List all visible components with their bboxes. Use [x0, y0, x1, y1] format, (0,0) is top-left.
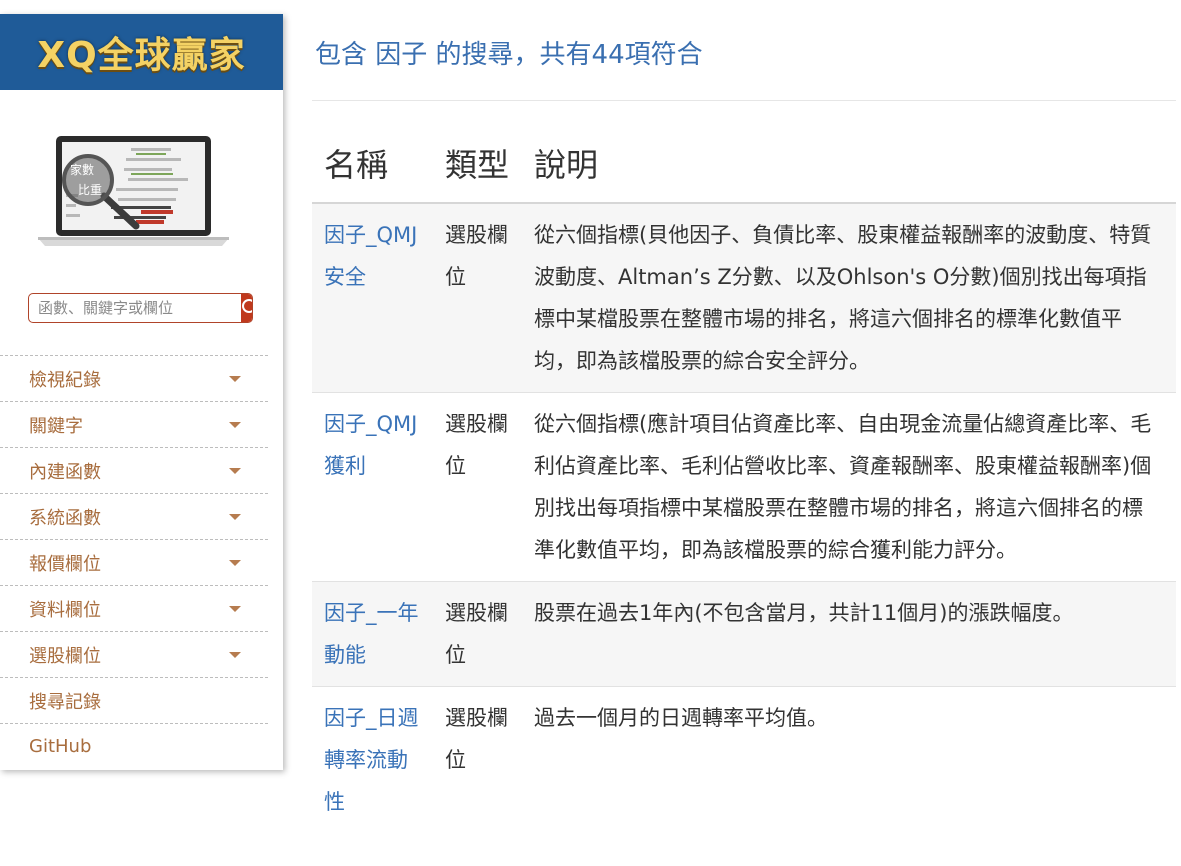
results-table: 名稱 類型 說明 因子_QMJ安全 選股欄位 從六個指標(貝他因子、負債比率、股… [312, 126, 1176, 833]
name-cell: 因子_日週轉率流動性 [312, 686, 433, 833]
sidebar-item-screener-fields[interactable]: 選股欄位 [0, 631, 268, 677]
sidebar-nav: 檢視紀錄 關鍵字 內建函數 系統函數 報價欄位 資料欄位 選股欄位 搜尋記錄 G… [0, 355, 268, 769]
caret-down-icon [229, 651, 241, 658]
search-button[interactable] [241, 294, 252, 322]
search-box [28, 293, 253, 323]
search-icon [242, 299, 252, 313]
sidebar-item-label: 資料欄位 [29, 599, 101, 621]
svg-text:比重: 比重 [78, 183, 102, 197]
sidebar-item-view-history[interactable]: 檢視紀錄 [0, 355, 268, 401]
sidebar-item-label: 內建函數 [29, 461, 101, 483]
result-name-link[interactable]: 因子_QMJ安全 [324, 223, 417, 289]
table-row: 因子_QMJ獲利 選股欄位 從六個指標(應計項目佔資產比率、自由現金流量佔總資產… [312, 392, 1176, 582]
sidebar: XQ全球贏家 家數 比重 函數、關鍵字或欄位 檢視紀錄 關鍵字 內建函數 系統函… [0, 14, 283, 770]
search-input[interactable] [29, 294, 241, 322]
type-cell: 選股欄位 [433, 392, 522, 582]
description-cell: 股票在過去1年內(不包含當月，共計11個月)的漲跌幅度。 [522, 581, 1176, 687]
caret-down-icon [229, 421, 241, 428]
caret-down-icon [229, 375, 241, 382]
result-name-link[interactable]: 因子_日週轉率流動性 [324, 706, 419, 814]
sidebar-item-quote-fields[interactable]: 報價欄位 [0, 539, 268, 585]
caret-down-icon [229, 467, 241, 474]
sidebar-item-keywords[interactable]: 關鍵字 [0, 401, 268, 447]
name-cell: 因子_QMJ安全 [312, 202, 433, 393]
sidebar-item-data-fields[interactable]: 資料欄位 [0, 585, 268, 631]
sidebar-item-label: 選股欄位 [29, 645, 101, 667]
type-cell: 選股欄位 [433, 686, 522, 833]
table-row: 因子_日週轉率流動性 選股欄位 過去一個月的日週轉率平均值。 [312, 686, 1176, 833]
column-header-description: 說明 [522, 126, 1176, 204]
table-header-row: 名稱 類型 說明 [312, 126, 1176, 204]
sidebar-item-search-history[interactable]: 搜尋記錄 [0, 677, 268, 723]
name-cell: 因子_QMJ獲利 [312, 392, 433, 582]
description-cell: 從六個指標(應計項目佔資產比率、自由現金流量佔總資產比率、毛利佔資產比率、毛利佔… [522, 392, 1176, 582]
name-cell: 因子_一年動能 [312, 581, 433, 687]
sidebar-item-label: 關鍵字 [29, 415, 83, 437]
description-cell: 從六個指標(貝他因子、負債比率、股東權益報酬率的波動度、特質波動度、Altman… [522, 202, 1176, 393]
sidebar-item-label: 檢視紀錄 [29, 369, 101, 391]
caret-down-icon [229, 513, 241, 520]
table-row: 因子_一年動能 選股欄位 股票在過去1年內(不包含當月，共計11個月)的漲跌幅度… [312, 581, 1176, 687]
column-header-name: 名稱 [312, 126, 433, 204]
sidebar-item-builtin-functions[interactable]: 內建函數 [0, 447, 268, 493]
main-content: 包含 因子 的搜尋，共有44項符合 名稱 類型 說明 因子_QMJ安全 選股欄位… [312, 0, 1176, 866]
table-row: 因子_QMJ安全 選股欄位 從六個指標(貝他因子、負債比率、股東權益報酬率的波動… [312, 202, 1176, 393]
site-logo[interactable]: XQ全球贏家 [37, 26, 245, 78]
svg-text:家數: 家數 [70, 162, 94, 177]
type-cell: 選股欄位 [433, 581, 522, 687]
caret-down-icon [229, 605, 241, 612]
laptop-magnifier-icon: 家數 比重 [38, 136, 229, 246]
laptop-illustration: 家數 比重 [36, 134, 231, 252]
heading-divider [312, 100, 1176, 101]
sidebar-item-label: 搜尋記錄 [29, 691, 101, 713]
result-name-link[interactable]: 因子_QMJ獲利 [324, 412, 417, 478]
sidebar-item-github[interactable]: GitHub [0, 723, 268, 769]
sidebar-item-label: 報價欄位 [29, 553, 101, 575]
search-result-heading: 包含 因子 的搜尋，共有44項符合 [315, 40, 703, 70]
sidebar-item-label: 系統函數 [29, 507, 101, 529]
caret-down-icon [229, 559, 241, 566]
result-name-link[interactable]: 因子_一年動能 [324, 601, 419, 667]
sidebar-item-system-functions[interactable]: 系統函數 [0, 493, 268, 539]
type-cell: 選股欄位 [433, 202, 522, 393]
description-cell: 過去一個月的日週轉率平均值。 [522, 686, 1176, 833]
column-header-type: 類型 [433, 126, 522, 204]
sidebar-item-label: GitHub [29, 736, 92, 757]
logo-banner[interactable]: XQ全球贏家 [0, 14, 283, 90]
